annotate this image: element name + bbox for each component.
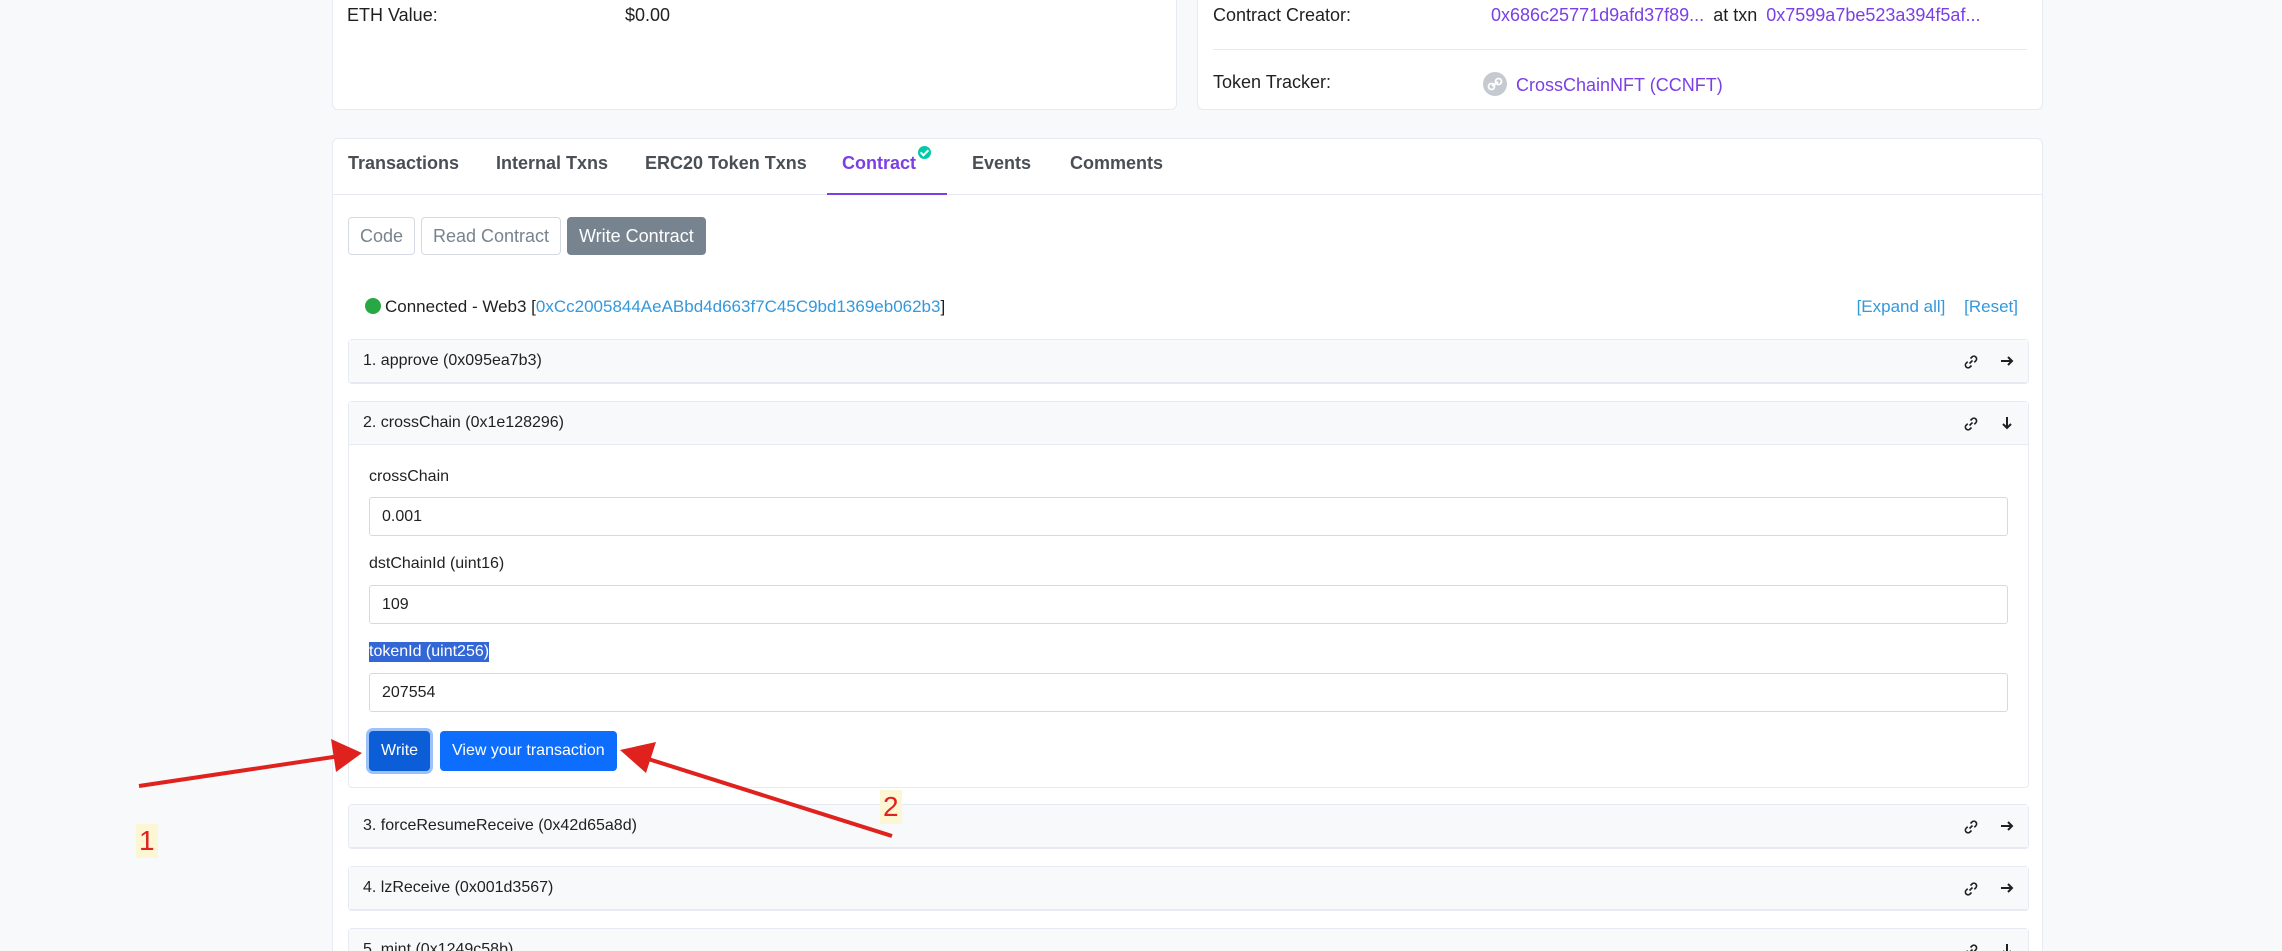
link-icon[interactable] xyxy=(1962,818,1980,836)
function-forceresumereceive-header[interactable]: 3. forceResumeReceive (0x42d65a8d) xyxy=(349,805,2028,848)
link-icon[interactable] xyxy=(1962,353,1980,371)
active-tab-underline xyxy=(827,193,947,195)
arrow-right-icon[interactable] xyxy=(1998,879,2016,897)
code-button[interactable]: Code xyxy=(348,217,416,255)
connection-status: Connected - Web3 [0xCc2005844AeABbd4d663… xyxy=(365,297,945,317)
tokenid-field-label: tokenId (uint256) xyxy=(369,642,490,662)
token-tracker-value: CrossChainNFT (CCNFT) xyxy=(1483,72,1723,96)
accordion-controls: [Expand all] [Reset] xyxy=(1843,297,2018,317)
contract-creator-value: 0x686c25771d9afd37f89... at txn 0x7599a7… xyxy=(1491,5,1980,26)
annotation-arrow-1 xyxy=(138,754,341,788)
arrow-down-icon[interactable] xyxy=(1998,414,2016,432)
function-mint-header[interactable]: 5. mint (0x1249c58b) xyxy=(349,929,2028,951)
overview-card-right: Contract Creator: 0x686c25771d9afd37f89.… xyxy=(1197,0,2043,110)
function-lzreceive-label: 4. lzReceive (0x001d3567) xyxy=(363,879,554,896)
annotation-label-1: 1 xyxy=(136,824,158,858)
tab-transactions[interactable]: Transactions xyxy=(348,153,459,174)
read-contract-button[interactable]: Read Contract xyxy=(421,217,562,255)
at-txn-text: at txn xyxy=(1713,5,1758,25)
write-button[interactable]: Write xyxy=(369,731,431,771)
reset-link[interactable]: [Reset] xyxy=(1964,297,2018,316)
annotation-label-2: 2 xyxy=(880,790,902,824)
function-crosschain: 2. crossChain (0x1e128296) crossChain 0.… xyxy=(348,401,2029,788)
connected-address-link[interactable]: 0xCc2005844AeABbd4d663f7C45C9bd1369eb062… xyxy=(536,297,941,316)
link-icon[interactable] xyxy=(1962,880,1980,898)
tab-comments[interactable]: Comments xyxy=(1070,153,1163,174)
expand-all-link[interactable]: [Expand all] xyxy=(1857,297,1946,316)
contract-creator-label: Contract Creator: xyxy=(1213,5,1352,25)
function-lzreceive: 4. lzReceive (0x001d3567) xyxy=(348,866,2029,911)
function-lzreceive-header[interactable]: 4. lzReceive (0x001d3567) xyxy=(349,867,2028,910)
eth-value-label: ETH Value: xyxy=(347,5,438,25)
overview-card-left: ETH Value: $0.00 xyxy=(332,0,1177,110)
dstchainid-field-label: dstChainId (uint16) xyxy=(369,555,505,572)
tab-contract-label: Contract xyxy=(842,153,917,173)
link-icon[interactable] xyxy=(1962,942,1980,951)
function-mint-label: 5. mint (0x1249c58b) xyxy=(363,941,514,951)
tab-events[interactable]: Events xyxy=(972,153,1031,174)
function-approve: 1. approve (0x095ea7b3) xyxy=(348,339,2029,384)
creator-txn-link[interactable]: 0x7599a7be523a394f5af... xyxy=(1766,5,1980,25)
verified-check-icon xyxy=(918,146,932,159)
creator-address-link[interactable]: 0x686c25771d9afd37f89... xyxy=(1491,5,1704,25)
token-tracker-link[interactable]: CrossChainNFT (CCNFT) xyxy=(1516,75,1723,95)
crosschain-input[interactable]: 0.001 xyxy=(369,497,2008,536)
dstchainid-input[interactable]: 109 xyxy=(369,585,2008,624)
arrow-right-icon[interactable] xyxy=(1998,817,2016,835)
write-contract-button[interactable]: Write Contract xyxy=(567,217,706,255)
eth-value: $0.00 xyxy=(625,5,671,25)
tab-bar: Transactions Internal Txns ERC20 Token T… xyxy=(333,139,2042,195)
token-icon xyxy=(1483,72,1507,96)
arrow-right-icon[interactable] xyxy=(1998,352,2016,370)
function-forceresumereceive-label: 3. forceResumeReceive (0x42d65a8d) xyxy=(363,817,637,834)
function-approve-header[interactable]: 1. approve (0x095ea7b3) xyxy=(349,340,2028,383)
function-mint: 5. mint (0x1249c58b) xyxy=(348,928,2029,951)
tokenid-input[interactable]: 207554 xyxy=(369,673,2008,712)
function-crosschain-label: 2. crossChain (0x1e128296) xyxy=(363,414,565,431)
token-tracker-label: Token Tracker: xyxy=(1213,72,1332,92)
tab-internal-txns[interactable]: Internal Txns xyxy=(496,153,608,174)
connected-dot-icon xyxy=(365,298,381,314)
function-crosschain-header[interactable]: 2. crossChain (0x1e128296) xyxy=(349,402,2028,445)
tab-contract[interactable]: Contract xyxy=(842,146,932,174)
arrow-down-icon[interactable] xyxy=(1998,941,2016,951)
tab-erc20-token-txns[interactable]: ERC20 Token Txns xyxy=(645,153,807,174)
crosschain-field-label: crossChain xyxy=(369,468,450,485)
function-approve-label: 1. approve (0x095ea7b3) xyxy=(363,352,542,369)
contract-card: Transactions Internal Txns ERC20 Token T… xyxy=(332,138,2043,951)
function-forceresumereceive: 3. forceResumeReceive (0x42d65a8d) xyxy=(348,804,2029,849)
view-transaction-button[interactable]: View your transaction xyxy=(440,731,617,771)
connection-status-text: Connected - Web3 [ xyxy=(385,297,536,316)
link-icon[interactable] xyxy=(1962,415,1980,433)
overview-divider xyxy=(1213,49,2027,50)
connection-close-bracket: ] xyxy=(940,297,946,316)
